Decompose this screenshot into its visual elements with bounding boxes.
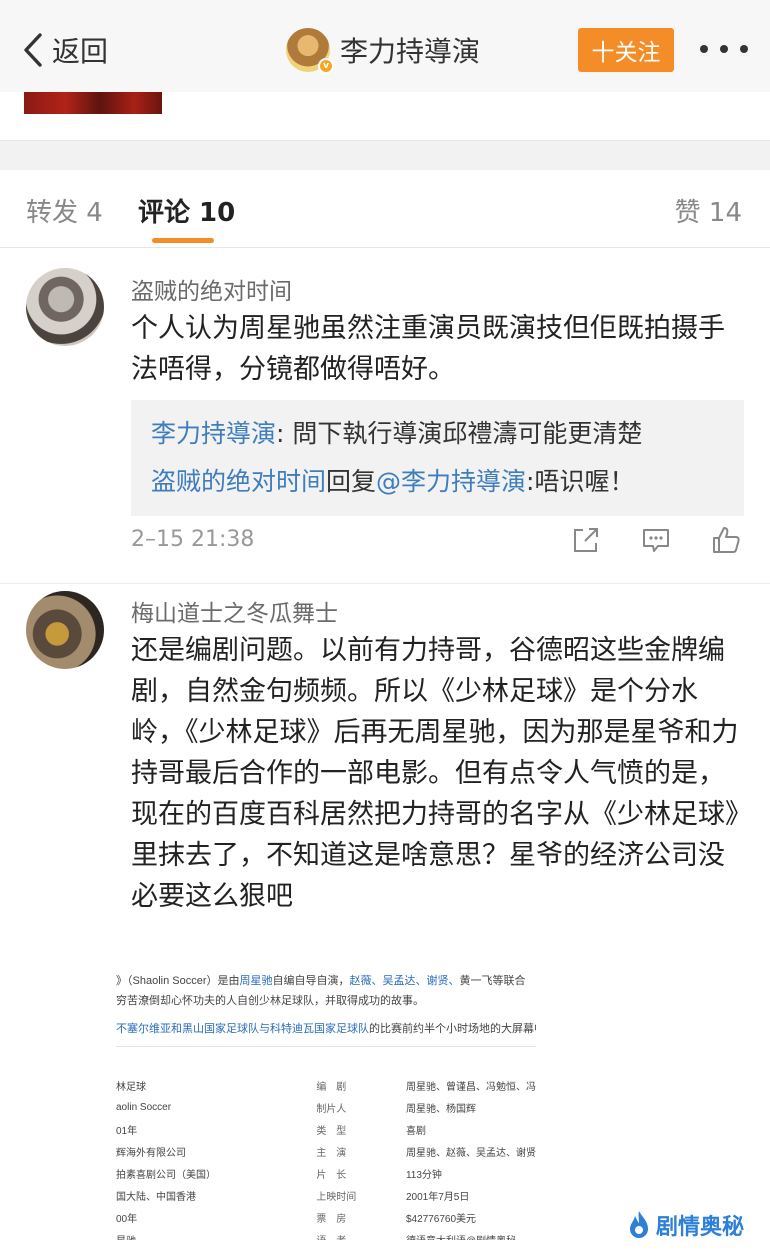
- infobox-cell: $42776760美元: [405, 1213, 477, 1225]
- back-label: 返回: [52, 35, 109, 68]
- infobox-row: 林足球 编 剧 周星驰、曾谨昌、冯勉恒、冯: [116, 1074, 536, 1096]
- reply-line: 盗贼的绝对时间回复@李力持導演:唔识喔！: [151, 458, 724, 506]
- reply-line: 李力持導演: 問下執行導演邱禮濤可能更清楚: [151, 410, 724, 458]
- infobox-row: 拍素喜剧公司（美国） 片 长 113分钟: [116, 1162, 536, 1184]
- comment-text: 个人认为周星驰虽然注重演员既演技但佢既拍摄手法唔得，分镜都做得唔好。: [131, 313, 725, 385]
- tab-like[interactable]: 赞 14: [675, 192, 742, 229]
- infobox-cell: 01年: [116, 1125, 138, 1137]
- more-dots-icon[interactable]: [700, 36, 748, 62]
- embed-line: 穷苦潦倒却心怀功夫的人自创少林足球队，并取得成功的故事。: [116, 995, 424, 1007]
- mention-link[interactable]: @李力持導演: [376, 467, 526, 496]
- infobox-cell: 类 型: [316, 1125, 347, 1137]
- follow-button[interactable]: 十关注: [578, 28, 674, 72]
- embed-line: 》（Shaolin Soccer）是由周星驰自编自导自演，赵薇、吴孟达、谢贤、黄…: [116, 975, 526, 987]
- reply-text: :唔识喔！: [526, 467, 635, 496]
- chevron-left-icon: [24, 33, 42, 67]
- infobox-cell: 113分钟: [405, 1169, 442, 1181]
- infobox-cell: 周星驰、赵薇、吴孟达、谢贤: [405, 1147, 536, 1159]
- infobox-cell: 片 长: [316, 1169, 347, 1181]
- share-icon[interactable]: [570, 524, 602, 556]
- watermark-text: 剧情奥秘: [656, 1215, 745, 1240]
- section-divider: [0, 140, 770, 170]
- page-title: 李力持導演: [340, 35, 481, 68]
- infobox-cell: 星驰: [116, 1228, 316, 1241]
- infobox-cell: 编 剧: [316, 1081, 347, 1093]
- infobox-row: 01年 类 型 喜剧: [116, 1118, 536, 1140]
- infobox-cell: 2001年7月5日: [405, 1191, 470, 1203]
- reply-text: 問下執行導演邱禮濤可能更清楚: [292, 419, 643, 448]
- embed-infobox: 林足球 编 剧 周星驰、曾谨昌、冯勉恒、冯 aolin Soccer 制片人 周星驰、杨国…: [116, 1074, 536, 1241]
- infobox-row: aolin Soccer 制片人 周星驰、杨国辉: [116, 1096, 536, 1118]
- reply-box[interactable]: 李力持導演: 問下執行導演邱禮濤可能更清楚 盗贼的绝对时间回复@李力持導演:唔识…: [131, 400, 744, 516]
- verified-badge: v: [318, 58, 334, 74]
- infobox-cell: 票 房: [316, 1213, 347, 1225]
- profile-header[interactable]: v 李力持導演: [286, 27, 481, 74]
- infobox-cell: 林足球: [116, 1081, 146, 1093]
- comment-timestamp: 2–15 21:38: [131, 527, 255, 552]
- like-icon[interactable]: [710, 524, 742, 556]
- infobox-cell: 主 演: [316, 1147, 347, 1159]
- reply-separator: :: [276, 419, 293, 448]
- embed-line: 不塞尔维亚和黑山国家足球队与科特迪瓦国家足球队的比赛前约半个小时场地的大屏幕中: [116, 1023, 536, 1035]
- comment-image[interactable]: 》（Shaolin Soccer）是由周星驰自编自导自演，赵薇、吴孟达、谢贤、黄…: [116, 950, 536, 1240]
- tab-repost[interactable]: 转发 4: [26, 192, 103, 229]
- infobox-cell: 拍素喜剧公司（美国）: [116, 1169, 216, 1181]
- infobox-row: 00年 票 房 $42776760美元: [116, 1206, 536, 1228]
- infobox-row: 星驰语 者德语意大利语@剧情奥秘: [116, 1228, 536, 1241]
- watermark: 剧情奥秘: [626, 1208, 744, 1242]
- infobox-cell: 上映时间: [316, 1191, 357, 1203]
- avatar[interactable]: v: [286, 28, 334, 74]
- embed-rule: [116, 1046, 536, 1047]
- reply-keyword: 回复: [326, 467, 377, 496]
- infobox-cell: 国大陆、中国香港: [116, 1191, 196, 1203]
- active-tab-indicator: [152, 238, 214, 243]
- post-image-remnant[interactable]: [24, 92, 162, 114]
- infobox-cell: aolin Soccer: [116, 1101, 172, 1113]
- back-button[interactable]: 返回: [22, 30, 108, 70]
- avatar[interactable]: [26, 268, 104, 346]
- comment-icon[interactable]: [640, 524, 672, 556]
- infobox-cell: 周星驰、杨国辉: [405, 1103, 476, 1115]
- infobox-cell: 喜剧: [405, 1125, 426, 1137]
- comment-item: 盗贼的绝对时间 个人认为周星驰虽然注重演员既演技但佢既拍摄手法唔得，分镜都做得唔…: [0, 248, 770, 583]
- comment-actions: [570, 524, 742, 556]
- infobox-row: 国大陆、中国香港 上映时间 2001年7月5日: [116, 1184, 536, 1206]
- infobox-row: 辉海外有限公司 主 演 周星驰、赵薇、吴孟达、谢贤: [116, 1140, 536, 1162]
- comment-text: 还是编剧问题。以前有力持哥，谷德昭这些金牌编剧，自然金句频频。所以《少林足球》是…: [131, 635, 739, 912]
- nav-bar: 返回 v 李力持導演 十关注: [0, 0, 770, 92]
- infobox-cell: 00年: [116, 1213, 138, 1225]
- infobox-cell: 周星驰、曾谨昌、冯勉恒、冯: [405, 1081, 536, 1093]
- comment-author[interactable]: 盗贼的绝对时间: [131, 272, 292, 306]
- tab-bar: 转发 4 评论 10 赞 14: [0, 170, 770, 248]
- comment-author[interactable]: 梅山道士之冬瓜舞士: [131, 594, 338, 628]
- reply-author-link[interactable]: 盗贼的绝对时间: [151, 467, 326, 496]
- infobox-cell: 辉海外有限公司: [116, 1147, 186, 1159]
- avatar[interactable]: [26, 591, 104, 669]
- reply-author-link[interactable]: 李力持導演: [151, 419, 276, 448]
- flame-logo-icon: [630, 1211, 648, 1238]
- infobox-cell: 语 者: [316, 1228, 406, 1241]
- infobox-cell: 制片人: [316, 1103, 347, 1115]
- infobox-cell: 德语意大利语@剧情奥秘: [406, 1228, 536, 1241]
